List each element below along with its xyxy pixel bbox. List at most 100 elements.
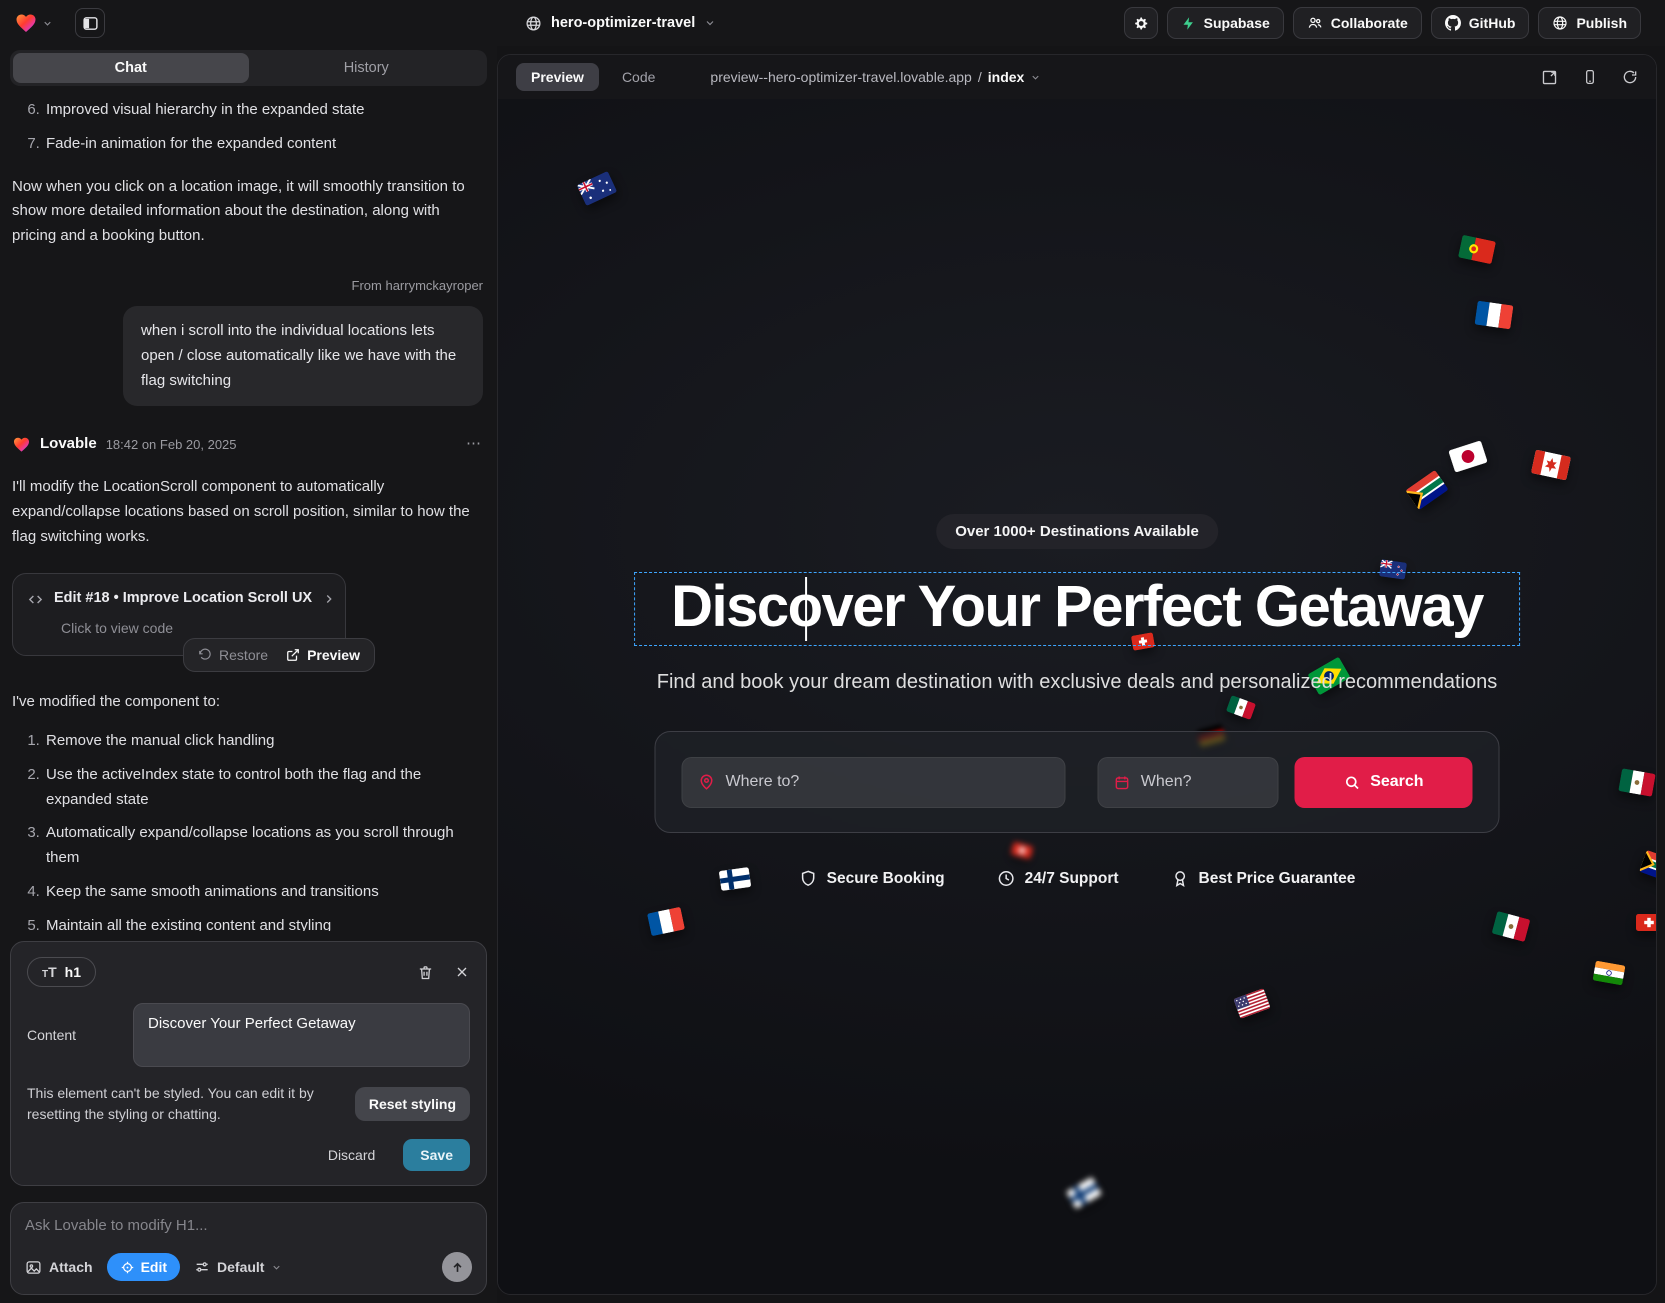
save-button[interactable]: Save — [403, 1139, 470, 1171]
feature-item: Best Price Guarantee — [1171, 869, 1356, 888]
send-button[interactable] — [442, 1252, 472, 1282]
tab-preview[interactable]: Preview — [516, 63, 599, 91]
feature-label: Best Price Guarantee — [1199, 870, 1356, 888]
chat-history-tabs: Chat History — [10, 50, 487, 86]
chevron-down-icon — [271, 1262, 282, 1273]
clock-icon — [997, 869, 1016, 888]
assistant-paragraph: Now when you click on a location image, … — [12, 175, 483, 249]
restore-button[interactable]: Restore — [198, 647, 268, 663]
assistant-paragraph: I've modified the component to: — [12, 690, 483, 715]
assistant-name: Lovable — [40, 432, 97, 457]
message-menu-button[interactable]: ⋯ — [466, 432, 483, 457]
flag-japan — [1448, 440, 1487, 472]
edit-card-subtitle: Click to view code — [61, 617, 331, 640]
settings-button[interactable] — [1124, 7, 1158, 39]
edit-mode-button[interactable]: Edit — [107, 1253, 180, 1281]
attach-label: Attach — [49, 1259, 93, 1275]
list-item: Keep the same smooth animations and tran… — [44, 880, 483, 905]
where-to-placeholder: Where to? — [726, 773, 800, 791]
lovable-avatar — [12, 435, 31, 454]
message-timestamp: 18:42 on Feb 20, 2025 — [106, 434, 237, 455]
topbar: hero-optimizer-travel Supabase Collabora… — [0, 0, 1665, 46]
reset-styling-button[interactable]: Reset styling — [355, 1087, 470, 1121]
attach-button[interactable]: Attach — [25, 1259, 93, 1276]
globe-icon — [1552, 15, 1568, 31]
when-placeholder: When? — [1141, 773, 1192, 791]
lovable-menu[interactable] — [14, 11, 53, 35]
trash-icon[interactable] — [417, 964, 434, 981]
app-preview[interactable]: Over 1000+ Destinations Available Discov… — [498, 99, 1656, 1294]
styling-note: This element can't be styled. You can ed… — [27, 1083, 341, 1125]
mobile-view-icon[interactable] — [1582, 69, 1598, 85]
sidebar-toggle-button[interactable] — [75, 8, 105, 38]
chevron-down-icon — [42, 18, 53, 29]
calendar-icon — [1114, 774, 1131, 791]
h1-selection-outline[interactable]: Discover Your Perfect Getaway — [634, 572, 1520, 646]
tab-history[interactable]: History — [249, 53, 485, 83]
flag-mexico — [1492, 911, 1531, 942]
target-icon — [120, 1260, 135, 1275]
refresh-icon[interactable] — [1622, 69, 1638, 85]
content-input[interactable]: Discover Your Perfect Getaway — [133, 1003, 470, 1067]
tab-chat[interactable]: Chat — [13, 53, 249, 83]
project-selector[interactable]: hero-optimizer-travel — [525, 15, 716, 32]
supabase-label: Supabase — [1204, 15, 1270, 31]
when-input[interactable]: When? — [1098, 757, 1278, 808]
list-item: Fade-in animation for the expanded conte… — [44, 132, 483, 157]
restore-icon — [198, 648, 212, 662]
discard-button[interactable]: Discard — [322, 1146, 381, 1164]
user-message-bubble: when i scroll into the individual locati… — [123, 306, 483, 406]
collaborate-button[interactable]: Collaborate — [1293, 7, 1422, 39]
preview-area: Preview Code preview--hero-optimizer-tra… — [497, 46, 1665, 1303]
preview-version-button[interactable]: Preview — [286, 647, 360, 663]
flag-france — [647, 907, 685, 937]
image-icon — [25, 1259, 42, 1276]
github-button[interactable]: GitHub — [1431, 7, 1530, 39]
flag-france — [1475, 301, 1514, 330]
flag-canada — [1531, 450, 1571, 481]
panel-left-icon — [82, 15, 99, 32]
search-card: Where to? When? Search — [655, 731, 1500, 833]
element-tag-pill[interactable]: TT h1 — [27, 957, 96, 987]
search-button[interactable]: Search — [1294, 757, 1472, 808]
edit-card-title: Edit #18 • Improve Location Scroll UX — [54, 587, 312, 611]
where-to-input[interactable]: Where to? — [682, 757, 1066, 808]
flag-mexico — [1618, 768, 1655, 797]
close-icon[interactable] — [454, 964, 470, 980]
element-editor-panel: TT h1 Content Discover Your Perfect Geta… — [10, 941, 487, 1186]
flag-usa — [1233, 988, 1270, 1019]
feature-label: Secure Booking — [827, 870, 945, 888]
flag-south-africa — [1639, 850, 1656, 883]
globe-icon — [525, 15, 542, 32]
url-host: preview--hero-optimizer-travel.lovable.a… — [710, 69, 971, 85]
arrow-up-icon — [450, 1260, 465, 1275]
composer-input[interactable]: Ask Lovable to modify H1... — [25, 1217, 472, 1234]
preview-toolbar: Preview Code preview--hero-optimizer-tra… — [498, 55, 1656, 99]
improvements-list: Improved visual hierarchy in the expande… — [12, 98, 483, 157]
chevron-right-icon — [322, 592, 336, 606]
flag-finland — [1066, 1177, 1102, 1209]
feature-label: 24/7 Support — [1025, 870, 1119, 888]
github-label: GitHub — [1469, 15, 1516, 31]
chat-messages[interactable]: Improved visual hierarchy in the expande… — [10, 86, 487, 931]
feature-badges: Secure Booking 24/7 Support Best Price G… — [799, 869, 1356, 888]
tab-code[interactable]: Code — [607, 63, 670, 91]
preview-url[interactable]: preview--hero-optimizer-travel.lovable.a… — [710, 69, 1041, 85]
content-label: Content — [27, 1027, 119, 1043]
list-item: Use the activeIndex state to control bot… — [44, 763, 483, 813]
supabase-button[interactable]: Supabase — [1167, 7, 1284, 39]
edit-version-card[interactable]: Edit #18 • Improve Location Scroll UX Cl… — [12, 573, 346, 656]
hero-heading[interactable]: Discover Your Perfect Getaway — [671, 575, 1483, 639]
publish-button[interactable]: Publish — [1538, 7, 1641, 39]
flag-portugal — [1458, 235, 1496, 265]
search-label: Search — [1370, 773, 1423, 791]
flag-india — [1592, 961, 1625, 986]
flag-mexico — [1226, 695, 1256, 720]
open-in-new-tab-icon[interactable] — [1541, 69, 1558, 86]
url-separator: / — [978, 69, 982, 85]
sliders-icon — [194, 1259, 210, 1275]
list-item: Automatically expand/collapse locations … — [44, 821, 483, 871]
project-name: hero-optimizer-travel — [551, 15, 695, 31]
publish-label: Publish — [1576, 15, 1627, 31]
model-default-button[interactable]: Default — [194, 1259, 282, 1275]
